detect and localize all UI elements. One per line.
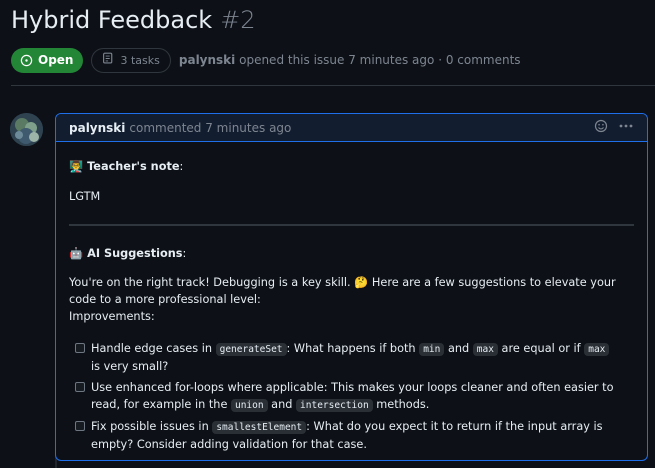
issue-author-link[interactable]: palynski <box>179 53 235 67</box>
comment-box: palynski commented 7 minutes ago 👨‍🏫 Tea… <box>55 113 648 461</box>
issue-meta-row: Open 3 tasks palynski opened this issue … <box>11 47 521 73</box>
code-union: union <box>230 399 268 412</box>
code-generateSet: generateSet <box>215 343 287 356</box>
task-checkbox[interactable] <box>75 343 85 353</box>
teacher-note-text: LGTM <box>69 190 101 203</box>
header-divider <box>11 85 655 86</box>
comment-timestamp[interactable]: commented 7 minutes ago <box>129 121 291 135</box>
avatar[interactable] <box>10 113 43 146</box>
task-text: Use enhanced for-loops where applicable:… <box>91 381 614 412</box>
ai-suggestions-heading: 🤖 AI Suggestions: <box>69 247 187 260</box>
comment-author-link[interactable]: palynski <box>69 121 125 135</box>
teacher-note-title: Teacher's note <box>87 160 180 173</box>
task-text: Fix possible issues in smallestElement: … <box>91 420 603 451</box>
task-list: Handle edge cases in generateSet: What h… <box>69 340 634 453</box>
teacher-emoji: 👨‍🏫 <box>69 160 84 173</box>
code-min: min <box>419 343 445 356</box>
kebab-icon[interactable] <box>618 119 634 136</box>
teacher-note-heading: 👨‍🏫 Teacher's note: <box>69 160 184 173</box>
task-item: Fix possible issues in smallestElement: … <box>69 418 634 453</box>
task-item: Use enhanced for-loops where applicable:… <box>69 379 634 414</box>
tasks-label: 3 tasks <box>120 53 160 67</box>
code-max: max <box>584 343 610 356</box>
state-badge-label: Open <box>38 53 74 67</box>
body-divider <box>69 224 634 226</box>
state-badge: Open <box>11 47 84 73</box>
code-max: max <box>472 343 498 356</box>
issue-title-text: Hybrid Feedback <box>11 6 213 34</box>
ai-suggestions-title: AI Suggestions <box>87 247 183 260</box>
ai-intro-text: You're on the right track! Debugging is … <box>69 274 634 325</box>
issue-number: #2 <box>220 6 256 34</box>
task-item: Handle edge cases in generateSet: What h… <box>69 340 634 375</box>
ai-intro-sentence: You're on the right track! Debugging is … <box>69 276 616 306</box>
issue-opened-text: opened this issue 7 minutes ago · 0 comm… <box>239 53 521 67</box>
issue-title: Hybrid Feedback #2 <box>11 6 256 34</box>
task-checkbox[interactable] <box>75 382 85 392</box>
improvements-label: Improvements: <box>69 310 155 323</box>
issue-opened-info: palynski opened this issue 7 minutes ago… <box>179 53 521 67</box>
task-checkbox[interactable] <box>75 421 85 431</box>
robot-emoji: 🤖 <box>69 247 84 260</box>
code-smallestElement: smallestElement <box>212 421 307 434</box>
issue-page: Hybrid Feedback #2 Open 3 tasks palynski … <box>0 0 655 468</box>
comment-header: palynski commented 7 minutes ago <box>56 114 647 142</box>
issue-open-icon <box>20 54 33 67</box>
emoji-icon[interactable] <box>594 119 608 136</box>
tasks-button[interactable]: 3 tasks <box>91 47 171 73</box>
code-intersection: intersection <box>296 399 373 412</box>
comment-body: 👨‍🏫 Teacher's note: LGTM 🤖 AI Suggestion… <box>56 142 647 453</box>
comment-actions <box>594 119 634 136</box>
task-text: Handle edge cases in generateSet: What h… <box>91 340 634 375</box>
tasklist-icon <box>102 52 115 68</box>
